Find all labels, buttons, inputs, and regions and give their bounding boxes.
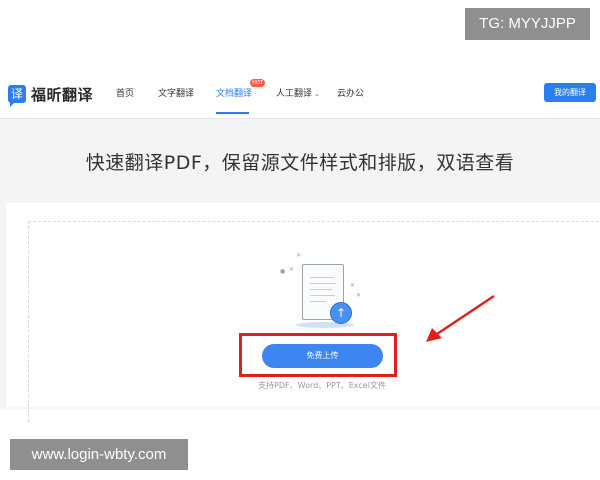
free-upload-button[interactable]: 免费上传	[262, 344, 383, 368]
nav-item-cloud-office[interactable]: 云办公	[337, 86, 364, 99]
sparkle-icon: ●	[280, 268, 286, 275]
watermark-top: TG: MYYJJPP	[465, 8, 590, 40]
upload-arrow-icon: ↑	[330, 302, 352, 324]
nav-item-home[interactable]: 首页	[116, 86, 134, 99]
supported-formats-text: 支持PDF、Word、PPT、Excel文件	[258, 381, 386, 390]
red-arrow-shaft	[433, 294, 495, 338]
logo[interactable]: 译 福昕翻译	[8, 84, 94, 107]
sparkle-icon: ✕	[356, 292, 362, 299]
watermark-bottom: www.login-wbty.com	[10, 439, 188, 470]
top-navigation: 译 福昕翻译 首页 文字翻译 文档翻译 HOT 人工翻译 ⌄ 云办公 我的翻译	[0, 66, 600, 119]
hot-badge: HOT	[250, 79, 265, 87]
my-translations-button[interactable]: 我的翻译	[544, 83, 596, 102]
sparkle-icon: ✕	[350, 282, 356, 289]
nav-item-document-translate[interactable]: 文档翻译	[216, 86, 252, 99]
red-arrow-annotation	[426, 294, 495, 342]
nav-item-text-translate[interactable]: 文字翻译	[158, 86, 194, 99]
page-headline: 快速翻译PDF，保留源文件样式和排版，双语查看	[85, 152, 515, 174]
nav-item-human-translate-label: 人工翻译	[276, 89, 313, 99]
chevron-down-icon: ⌄	[314, 90, 320, 98]
logo-icon: 译	[8, 85, 26, 107]
nav-item-human-translate[interactable]: 人工翻译 ⌄	[276, 86, 320, 99]
sparkle-icon: ✕	[289, 266, 295, 273]
active-tab-underline	[216, 112, 249, 114]
red-arrow-head	[426, 328, 442, 342]
logo-text: 福昕翻译	[31, 85, 94, 104]
sparkle-icon: ✕	[296, 252, 302, 259]
